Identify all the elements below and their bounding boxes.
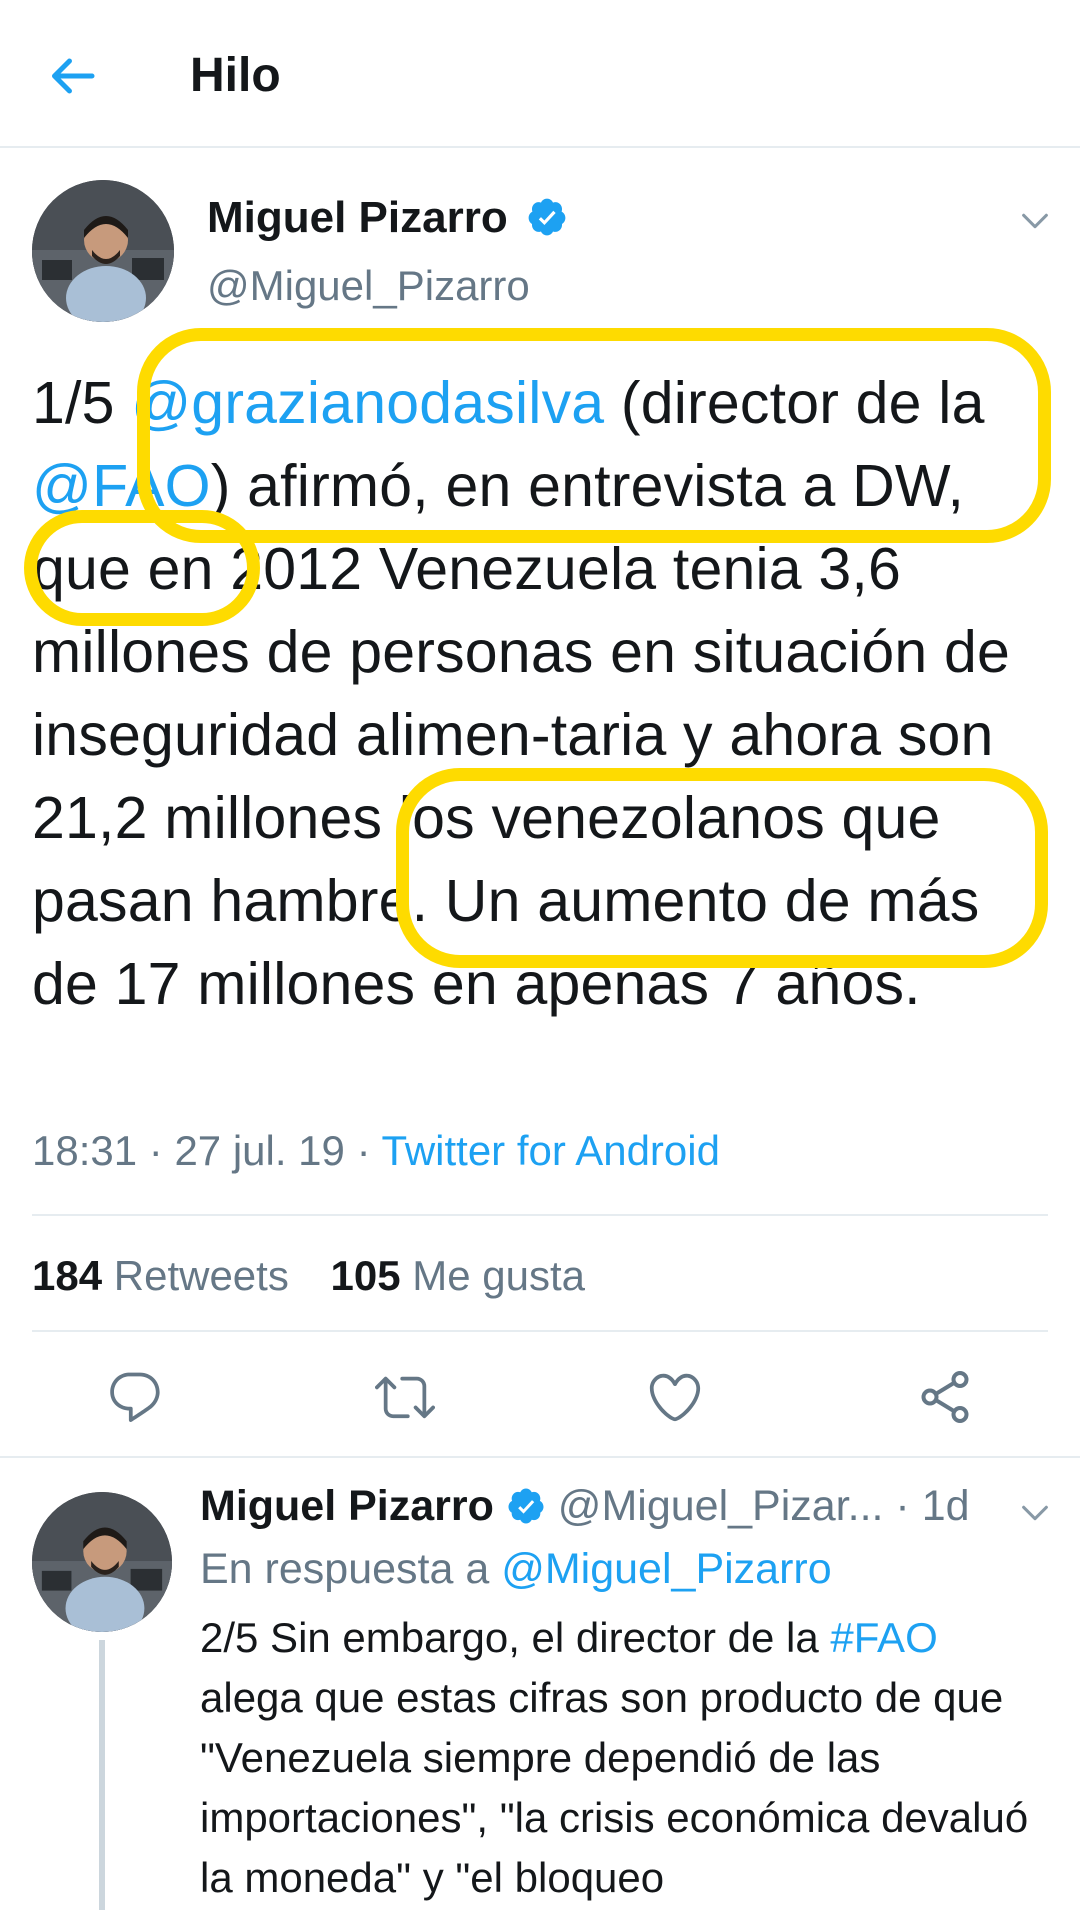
tweet-text-part: 2/5 Sin embargo, el director de la [200,1614,831,1661]
reply-tweet-text[interactable]: 2/5 Sin embargo, el director de la #FAO … [200,1608,1050,1908]
tweet-time-ago: · 1d [895,1482,970,1530]
tweet-date: 27 jul. 19 [174,1127,345,1174]
likes-label: Me gusta [412,1252,586,1299]
author-name-text: Miguel Pizarro [207,193,508,242]
retweets-label: Retweets [113,1252,289,1299]
hashtag-link[interactable]: #FAO [830,1614,937,1661]
reply-icon[interactable] [105,1367,165,1427]
chevron-down-icon[interactable] [1018,1496,1052,1535]
page-title: Hilo [190,49,281,102]
retweets-stat[interactable]: 184 Retweets [32,1252,301,1299]
tweet-time: 18:31 [32,1127,138,1174]
avatar[interactable] [32,180,174,322]
verified-badge-icon [508,1488,544,1524]
tweet-text-part: 1/5 [32,370,132,436]
avatar[interactable] [32,1492,172,1632]
meta-separator: · [137,1127,175,1174]
tweet-text: 1/5 @grazianodasilva (director de la @FA… [32,362,1052,1026]
retweet-icon[interactable] [375,1367,435,1427]
replying-to-line: En respuesta a @Miguel_Pizarro [200,1545,832,1594]
divider [32,1330,1048,1332]
mention-link[interactable]: @FAO [32,453,211,519]
retweets-count: 184 [32,1252,103,1299]
tweet-meta: 18:31 · 27 jul. 19 · Twitter for Android [32,1127,720,1175]
tweet-text-part: (director de la [604,370,985,436]
share-icon[interactable] [915,1367,975,1427]
chevron-down-icon[interactable] [1018,204,1052,243]
author-name[interactable]: Miguel Pizarro [200,1482,494,1530]
mention-link[interactable]: @grazianodasilva [131,370,604,436]
thread-connector-line [99,1640,105,1910]
tweet-text-part: alega que estas cifras son producto de q… [200,1674,1029,1901]
divider [32,1214,1048,1216]
reply-header: Miguel Pizarro @Miguel_Pizar... · 1d [200,1482,970,1531]
like-icon[interactable] [645,1367,705,1427]
meta-separator: · [344,1127,382,1174]
tweet-source-link[interactable]: Twitter for Android [381,1127,719,1174]
likes-stat[interactable]: 105 Me gusta [331,1252,586,1299]
mention-link[interactable]: @Miguel_Pizarro [501,1545,831,1593]
tweet-separator [0,1456,1080,1458]
tweet-text-part: ) afirmó, en entrevista a DW, que en 201… [32,453,1011,1017]
tweet-stats: 184 Retweets 105 Me gusta [32,1252,585,1300]
reply-prefix: En respuesta a [200,1545,502,1593]
author-name[interactable]: Miguel Pizarro [207,193,568,243]
top-bar: Hilo [0,0,1080,148]
author-handle[interactable]: @Miguel_Pizarro [207,262,530,310]
arrow-left-icon[interactable] [42,46,102,106]
thread-screen: Hilo Miguel Pizarro @Miguel_Pizarro 1/5 … [0,0,1080,1910]
likes-count: 105 [330,1252,401,1299]
verified-badge-icon [528,199,566,236]
author-handle[interactable]: @Miguel_Pizar... [558,1482,884,1530]
